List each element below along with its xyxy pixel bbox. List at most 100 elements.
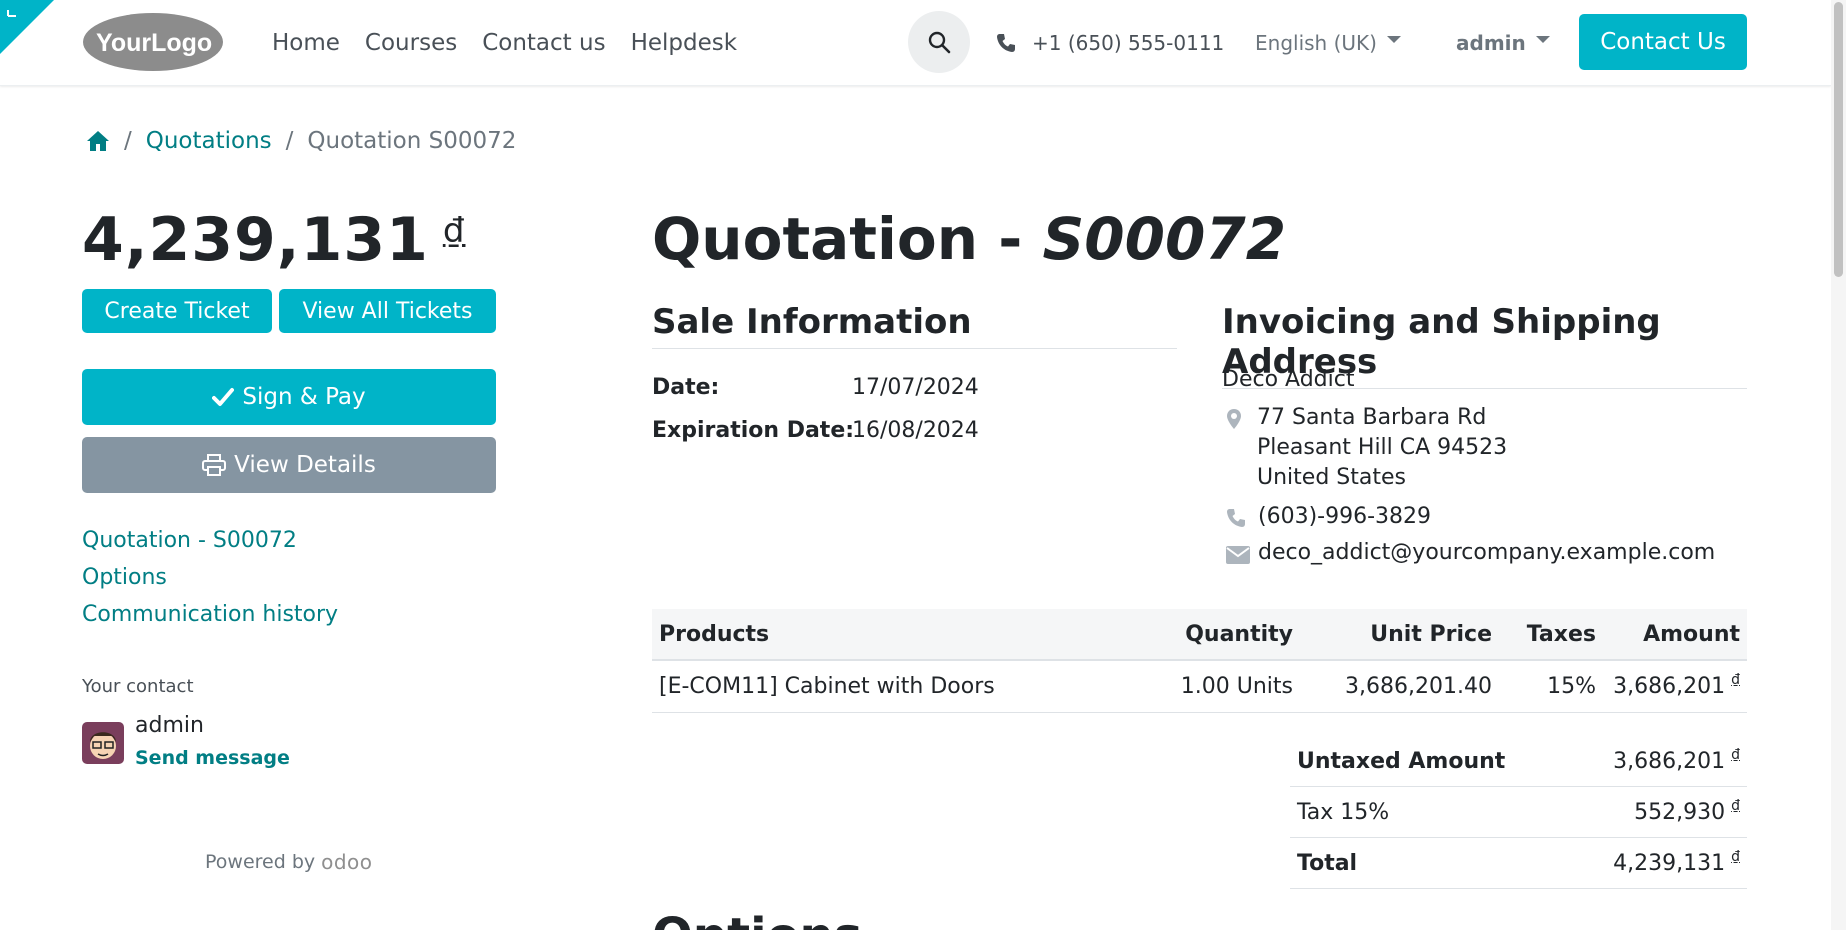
- odoo-logo[interactable]: odoo: [321, 850, 372, 874]
- page-title: Quotation - S00072: [652, 205, 1286, 273]
- address-line: 77 Santa Barbara Rd: [1257, 405, 1487, 430]
- avatar: [82, 722, 124, 764]
- sale-information-heading: Sale Information: [652, 302, 1177, 349]
- your-contact-label: Your contact: [82, 676, 194, 697]
- chevron-down-icon: [1386, 36, 1401, 43]
- currency-symbol: ₫: [1731, 797, 1740, 814]
- header-phone[interactable]: +1 (650) 555-0111: [996, 0, 1224, 85]
- corner-ribbon-icon: [7, 10, 16, 17]
- customer-phone: (603)-996-3829: [1258, 504, 1432, 529]
- column-header-quantity: Quantity: [1136, 609, 1300, 661]
- totals-label: Tax 15%: [1290, 786, 1570, 838]
- phone-icon: [997, 33, 1015, 52]
- totals-value: 3,686,201 ₫: [1569, 736, 1747, 787]
- tax-amount: 552,930: [1634, 799, 1726, 825]
- nav-home[interactable]: Home: [272, 30, 340, 56]
- sidebar-nav: Quotation - S00072 Options Communication…: [82, 528, 338, 627]
- product-name: [E-COM11] Cabinet with Doors: [652, 660, 1136, 713]
- product-amount: 3,686,201 ₫: [1603, 660, 1747, 713]
- totals-row-total: Total 4,239,131 ₫: [1290, 837, 1747, 889]
- address-line: Pleasant Hill CA 94523: [1257, 435, 1508, 460]
- table-header-row: Products Quantity Unit Price Taxes Amoun…: [652, 609, 1747, 661]
- page-scrollbar[interactable]: [1831, 0, 1846, 930]
- create-ticket-button[interactable]: Create Ticket: [82, 289, 272, 333]
- breadcrumb-current: Quotation S00072: [307, 128, 517, 154]
- user-menu[interactable]: admin: [1456, 0, 1550, 85]
- column-header-amount: Amount: [1603, 609, 1747, 661]
- sign-pay-label: Sign & Pay: [242, 384, 366, 410]
- language-selector[interactable]: English (UK): [1255, 0, 1401, 85]
- chevron-down-icon: [1535, 36, 1550, 43]
- scrollbar-thumb[interactable]: [1834, 2, 1843, 277]
- currency-symbol: ₫: [1731, 672, 1740, 688]
- quotation-total-amount: 4,239,131 ₫: [82, 205, 465, 275]
- check-icon: [212, 388, 235, 406]
- logo[interactable]: YourLogo: [82, 12, 224, 72]
- home-icon[interactable]: [86, 130, 110, 152]
- sign-pay-button[interactable]: Sign & Pay: [82, 369, 496, 425]
- language-label: English (UK): [1255, 30, 1377, 55]
- breadcrumb-quotations[interactable]: Quotations: [146, 128, 272, 154]
- phone-icon: [1227, 509, 1245, 527]
- header-phone-number[interactable]: +1 (650) 555-0111: [1032, 31, 1224, 55]
- contact-us-button[interactable]: Contact Us: [1579, 14, 1747, 70]
- view-details-button[interactable]: View Details: [82, 437, 496, 493]
- main-nav: Home Courses Contact us Helpdesk: [272, 0, 737, 85]
- sidebar-link-options[interactable]: Options: [82, 565, 338, 590]
- date-value: 17/07/2024: [852, 375, 979, 400]
- breadcrumb-separator: /: [285, 128, 294, 154]
- options-section-heading: Options: [652, 908, 862, 930]
- products-table: Products Quantity Unit Price Taxes Amoun…: [652, 609, 1747, 713]
- sidebar-link-quotation[interactable]: Quotation - S00072: [82, 528, 338, 553]
- nav-helpdesk[interactable]: Helpdesk: [631, 30, 738, 56]
- address-block: 77 Santa Barbara Rd Pleasant Hill CA 945…: [1257, 403, 1507, 493]
- total-amount: 4,239,131: [1613, 850, 1726, 876]
- breadcrumb-separator: /: [124, 128, 132, 154]
- totals-label: Untaxed Amount: [1290, 736, 1570, 787]
- view-details-label: View Details: [234, 452, 376, 478]
- view-all-tickets-button[interactable]: View All Tickets: [279, 289, 496, 333]
- totals-label: Total: [1290, 837, 1570, 889]
- nav-courses[interactable]: Courses: [365, 30, 457, 56]
- totals-value: 4,239,131 ₫: [1569, 837, 1747, 889]
- title-prefix: Quotation -: [652, 205, 1043, 273]
- quotation-reference: S00072: [1042, 205, 1287, 273]
- table-row: [E-COM11] Cabinet with Doors 1.00 Units …: [652, 660, 1747, 713]
- search-icon: [928, 31, 951, 54]
- contact-name: admin: [135, 713, 204, 738]
- currency-symbol: ₫: [442, 211, 466, 251]
- product-taxes: 15%: [1499, 660, 1603, 713]
- date-label: Date:: [652, 375, 720, 400]
- totals-row-tax: Tax 15% 552,930 ₫: [1290, 786, 1747, 838]
- nav-contact-us[interactable]: Contact us: [482, 30, 605, 56]
- envelope-icon: [1226, 546, 1250, 564]
- totals-row-untaxed: Untaxed Amount 3,686,201 ₫: [1290, 736, 1747, 787]
- product-quantity: 1.00 Units: [1136, 660, 1300, 713]
- user-name: admin: [1456, 30, 1526, 55]
- untaxed-amount: 3,686,201: [1613, 748, 1726, 774]
- address-line: United States: [1257, 465, 1406, 490]
- column-header-unit-price: Unit Price: [1300, 609, 1499, 661]
- column-header-taxes: Taxes: [1499, 609, 1603, 661]
- totals-value: 552,930 ₫: [1569, 786, 1747, 838]
- sidebar-link-communication-history[interactable]: Communication history: [82, 602, 338, 627]
- powered-by: Powered by odoo: [205, 850, 373, 874]
- currency-symbol: ₫: [1731, 848, 1740, 865]
- product-unit-price: 3,686,201.40: [1300, 660, 1499, 713]
- expiration-date-value: 16/08/2024: [852, 418, 979, 443]
- powered-by-label: Powered by: [205, 851, 316, 873]
- amount-value: 3,686,201: [1613, 674, 1726, 699]
- breadcrumb: / Quotations / Quotation S00072: [86, 128, 516, 154]
- map-marker-icon: [1227, 409, 1241, 429]
- totals-table: Untaxed Amount 3,686,201 ₫ Tax 15% 552,93…: [1290, 736, 1747, 889]
- customer-email: deco_addict@yourcompany.example.com: [1258, 540, 1716, 565]
- column-header-products: Products: [652, 609, 1136, 661]
- top-header: YourLogo Home Courses Contact us Helpdes…: [0, 0, 1831, 86]
- send-message-link[interactable]: Send message: [135, 747, 290, 769]
- expiration-date-label: Expiration Date:: [652, 418, 855, 443]
- search-button[interactable]: [908, 11, 970, 73]
- customer-name: Deco Addict: [1222, 367, 1355, 392]
- currency-symbol: ₫: [1731, 746, 1740, 763]
- total-value: 4,239,131: [82, 205, 429, 275]
- logo-text: YourLogo: [96, 29, 212, 57]
